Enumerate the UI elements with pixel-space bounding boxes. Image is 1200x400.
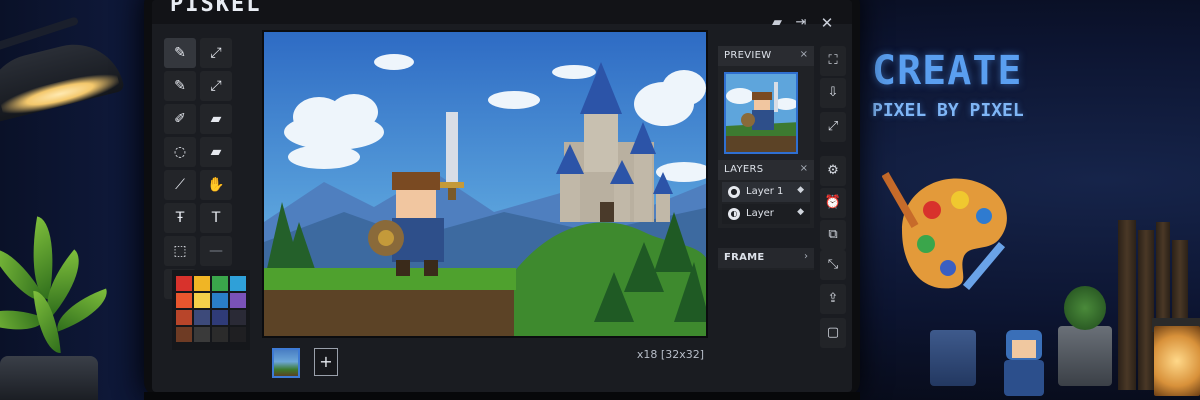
preview-close-button[interactable]: ×	[800, 49, 808, 60]
color-palette	[172, 270, 250, 350]
color-swatch[interactable]	[230, 327, 246, 342]
settings-icon[interactable]: ⚙	[820, 156, 846, 186]
shape-select-tool[interactable]: —	[200, 236, 232, 266]
drawing-canvas[interactable]	[262, 30, 708, 338]
scale-icon[interactable]: ⤡	[820, 250, 846, 280]
app-title: PISKEL	[170, 0, 262, 17]
pixel-figurine	[996, 330, 1052, 396]
color-swatch[interactable]	[176, 310, 192, 325]
frame-title: FRAME	[724, 252, 765, 263]
color-swatch[interactable]	[230, 310, 246, 325]
preview-panel: PREVIEW ×	[718, 46, 814, 160]
resize-icon[interactable]: ⤢	[820, 112, 846, 142]
paint-bucket-tool[interactable]: ⤢	[200, 71, 232, 101]
color-swatch[interactable]	[176, 276, 192, 291]
frame-thumbnail[interactable]	[272, 348, 300, 378]
poster-subtitle: PIXEL BY PIXEL	[872, 100, 1024, 121]
eraser-alt-tool[interactable]: ▰	[200, 137, 232, 167]
close-icon[interactable]: ✕	[818, 14, 836, 32]
move-hand-tool[interactable]: ✋	[200, 170, 232, 200]
import-icon[interactable]: ⇩	[820, 78, 846, 108]
color-swatch[interactable]	[194, 293, 210, 308]
pen-tool[interactable]: ✎	[164, 38, 196, 68]
poster-title: CREATE	[872, 48, 1023, 94]
color-swatch[interactable]	[176, 327, 192, 342]
cube-lamp	[1154, 326, 1200, 396]
export-icon[interactable]: ⇥	[792, 14, 810, 32]
layer-label: Layer 1	[746, 186, 784, 197]
add-frame-button[interactable]: +	[314, 348, 338, 376]
layer-visibility-icon[interactable]: ●	[728, 186, 740, 198]
color-swatch[interactable]	[212, 276, 228, 291]
dither-tool[interactable]: Ŧ	[164, 203, 196, 233]
clipboard-icon[interactable]: ▢	[820, 318, 846, 348]
monitor-base	[144, 392, 860, 400]
color-swatch[interactable]	[176, 293, 192, 308]
chevron-right-icon[interactable]: ›	[804, 251, 808, 262]
layer-row[interactable]: ◐ Layer ◆	[722, 204, 810, 224]
side-toolbar: ⛶ ⇩ ⤢ ⚙ ⏰ ⧉ ⤡ ⇪ ▢	[820, 46, 846, 354]
layers-title: LAYERS	[724, 164, 764, 175]
color-swatch[interactable]	[194, 310, 210, 325]
color-swatch[interactable]	[230, 293, 246, 308]
paint-palette-icon	[882, 172, 1007, 291]
title-bar: PISKEL	[152, 0, 852, 24]
frame-panel[interactable]: FRAME ›	[718, 248, 814, 270]
layer-marker-icon: ◆	[797, 207, 804, 217]
pencil-cup	[930, 330, 976, 386]
lasso-tool[interactable]: ◌	[164, 137, 196, 167]
text-tool[interactable]: T	[200, 203, 232, 233]
line-tool[interactable]: ⟋	[164, 170, 196, 200]
layer-row[interactable]: ● Layer 1 ◆	[722, 182, 810, 202]
export-gif-icon[interactable]: ⇪	[820, 284, 846, 314]
layers-panel: LAYERS × ● Layer 1 ◆ ◐ Layer ◆	[718, 160, 814, 228]
color-swatch[interactable]	[194, 327, 210, 342]
tools-panel: ✎⤢✎⤢✐▰◌▰⟋✋ŦT⬚—··	[164, 38, 252, 299]
app-window: PISKEL ▰ ⇥ ✕ ✎⤢✎⤢✐▰◌▰⟋✋ŦT⬚—··	[152, 0, 852, 392]
preview-image	[724, 72, 798, 154]
copy-icon[interactable]: ⧉	[820, 220, 846, 250]
layer-marker-icon: ◆	[797, 185, 804, 195]
rect-select-tool[interactable]: ⬚	[164, 236, 196, 266]
color-swatch[interactable]	[230, 276, 246, 291]
color-swatch[interactable]	[212, 293, 228, 308]
folder-icon[interactable]: ▰	[768, 14, 786, 32]
layers-close-button[interactable]: ×	[800, 163, 808, 174]
vertical-mirror-pen-tool[interactable]: ⤢	[200, 38, 232, 68]
crop-icon[interactable]: ⛶	[820, 46, 846, 76]
color-swatch[interactable]	[194, 276, 210, 291]
small-plant-pot	[1058, 286, 1112, 386]
layer-label: Layer	[746, 208, 774, 219]
preview-title: PREVIEW	[724, 50, 772, 61]
layer-visibility-icon[interactable]: ◐	[728, 208, 740, 220]
pencil-tool[interactable]: ✐	[164, 104, 196, 134]
color-swatch[interactable]	[212, 327, 228, 342]
zoom-status: x18 [32x32]	[636, 348, 704, 361]
color-swatch[interactable]	[212, 310, 228, 325]
eraser-tool[interactable]: ▰	[200, 104, 232, 134]
alarm-icon[interactable]: ⏰	[820, 188, 846, 218]
stroke-tool[interactable]: ✎	[164, 71, 196, 101]
